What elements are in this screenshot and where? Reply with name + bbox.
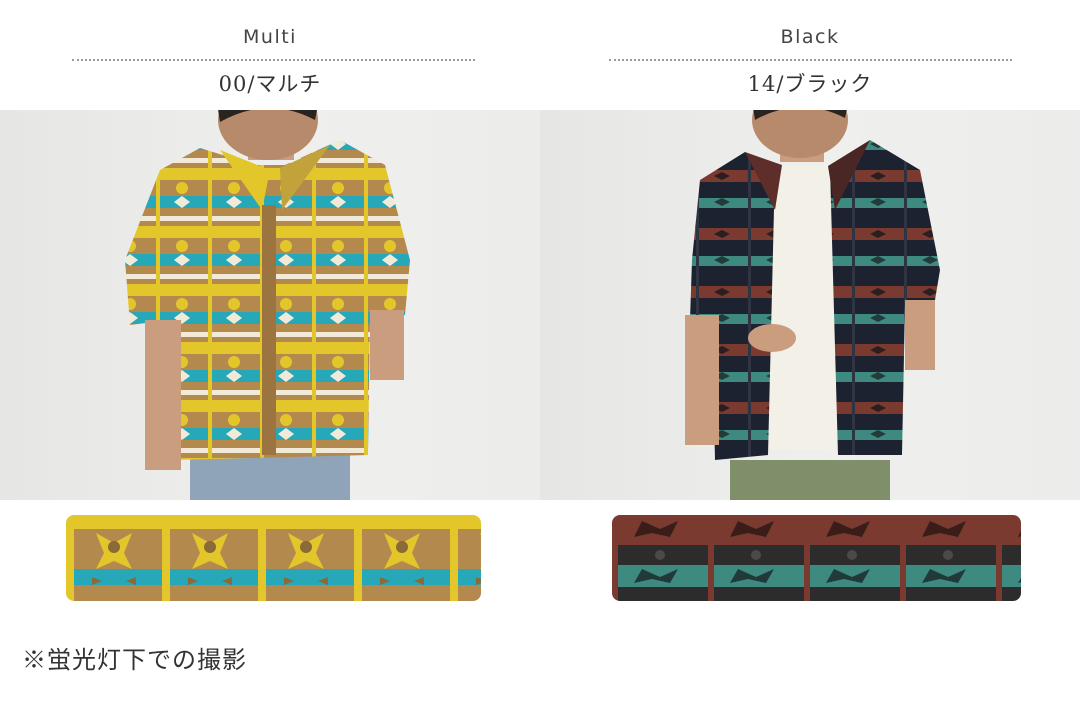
fabric-swatch-multi-illustration <box>66 515 481 601</box>
dotted-divider <box>72 59 475 61</box>
fabric-swatch-black-illustration <box>612 515 1021 601</box>
dotted-divider <box>609 59 1012 61</box>
color-name-english: Multi <box>243 26 297 48</box>
color-name-japanese: 00/マルチ <box>218 72 322 96</box>
model-photo-multi <box>0 110 540 500</box>
color-name-japanese: 14/ブラック <box>747 72 873 96</box>
model-photo-black <box>540 110 1080 500</box>
model-photo-black-illustration <box>685 110 940 500</box>
fabric-swatch-black <box>612 515 1021 601</box>
model-photo-multi-illustration <box>125 110 410 500</box>
color-name-english: Black <box>780 26 840 48</box>
lighting-note: ※蛍光灯下での撮影 <box>22 646 247 674</box>
fabric-swatch-multi <box>66 515 481 601</box>
